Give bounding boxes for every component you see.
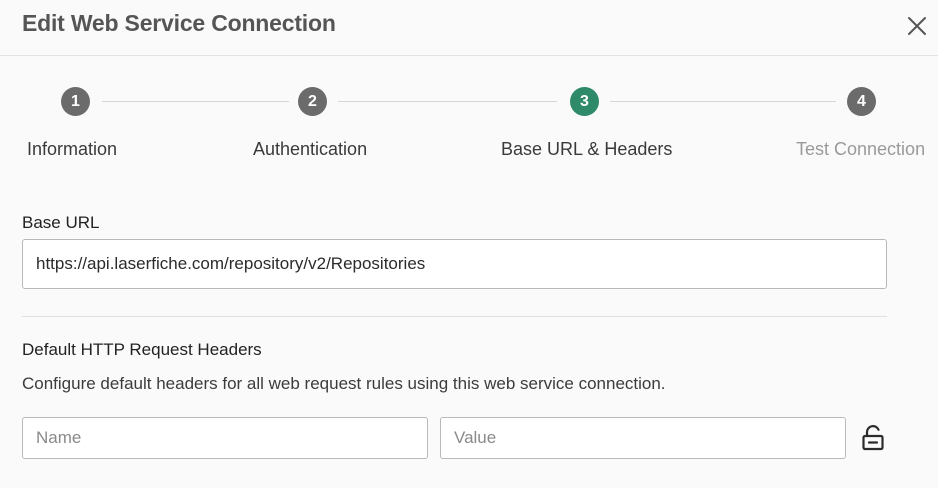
- step-4-circle[interactable]: 4: [847, 87, 876, 116]
- step-connector: [338, 101, 557, 102]
- step-3-label[interactable]: Base URL & Headers: [501, 139, 672, 160]
- edit-connection-dialog: Edit Web Service Connection 1 2 3 4 Info…: [0, 0, 938, 488]
- base-url-input[interactable]: [22, 239, 887, 289]
- header-name-input[interactable]: [22, 417, 428, 459]
- step-1-label[interactable]: Information: [27, 139, 117, 160]
- step-4-label: Test Connection: [796, 139, 926, 159]
- dialog-title: Edit Web Service Connection: [22, 10, 336, 36]
- headers-section-description: Configure default headers for all web re…: [22, 374, 666, 393]
- step-connector: [102, 101, 289, 102]
- step-2-label[interactable]: Authentication: [253, 139, 367, 160]
- step-3-circle[interactable]: 3: [570, 87, 599, 116]
- close-icon[interactable]: [903, 12, 931, 40]
- headers-section-title: Default HTTP Request Headers: [22, 340, 262, 359]
- dialog-header: Edit Web Service Connection: [0, 0, 938, 56]
- step-connector: [610, 101, 836, 102]
- unlock-icon[interactable]: [860, 424, 886, 452]
- section-divider: [22, 316, 887, 317]
- step-1-circle[interactable]: 1: [61, 87, 90, 116]
- step-2-circle[interactable]: 2: [298, 87, 327, 116]
- header-value-input[interactable]: [440, 417, 846, 459]
- base-url-label: Base URL: [22, 213, 100, 232]
